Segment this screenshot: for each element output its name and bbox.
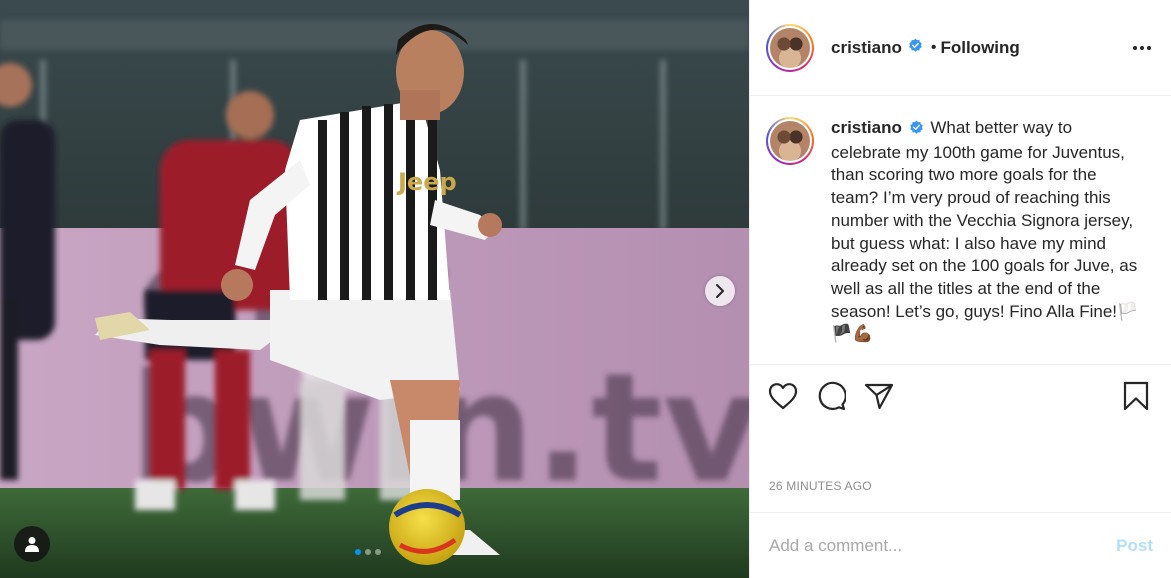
- following-button[interactable]: Following: [940, 38, 1019, 58]
- chevron-right-icon: [716, 284, 724, 298]
- avatar-image: [770, 27, 810, 68]
- action-bar: [768, 378, 1155, 414]
- bookmark-icon: [1123, 381, 1149, 411]
- carousel-indicator: [355, 549, 381, 555]
- caption-avatar[interactable]: [766, 117, 814, 165]
- user-tag-icon: [25, 537, 39, 552]
- avatar[interactable]: [766, 23, 814, 72]
- comment-button[interactable]: [816, 381, 846, 411]
- carousel-dot: [365, 549, 371, 555]
- more-options-button[interactable]: [1129, 38, 1155, 58]
- username-link[interactable]: cristiano: [831, 38, 902, 58]
- save-button[interactable]: [1123, 381, 1149, 411]
- like-button[interactable]: [768, 382, 798, 410]
- comment-form: Post: [750, 512, 1171, 578]
- tagged-users-button[interactable]: [14, 526, 50, 562]
- comment-input[interactable]: [769, 535, 1117, 556]
- share-button[interactable]: [864, 382, 894, 410]
- caption-body: What better way to celebrate my 100th ga…: [831, 118, 1139, 344]
- caption-username-link[interactable]: cristiano: [831, 118, 902, 137]
- post-sidebar: cristiano • Following cristiano What bet…: [749, 0, 1171, 578]
- heart-icon: [768, 383, 798, 410]
- jersey-sponsor: Jeep: [396, 168, 457, 196]
- carousel-dot: [375, 549, 381, 555]
- verified-badge-icon: [908, 38, 923, 58]
- paper-plane-icon: [864, 383, 894, 410]
- divider: [750, 364, 1171, 365]
- next-slide-button[interactable]: [705, 276, 735, 306]
- caption-text: cristiano What better way to celebrate m…: [831, 117, 1141, 346]
- post-media[interactable]: ch.tv bwin.tv: [0, 0, 749, 578]
- post-photo: ch.tv bwin.tv: [0, 0, 749, 578]
- post-header: cristiano • Following: [750, 0, 1171, 96]
- carousel-dot-active: [355, 549, 361, 555]
- post-comment-button[interactable]: Post: [1116, 536, 1153, 556]
- verified-badge-icon: [909, 119, 924, 142]
- post-timestamp: 26 MINUTES AGO: [769, 479, 872, 493]
- post-caption: cristiano What better way to celebrate m…: [766, 117, 1155, 346]
- comment-bubble-icon: [818, 381, 846, 411]
- ellipsis-icon: [1133, 45, 1137, 50]
- header-separator: •: [930, 38, 937, 56]
